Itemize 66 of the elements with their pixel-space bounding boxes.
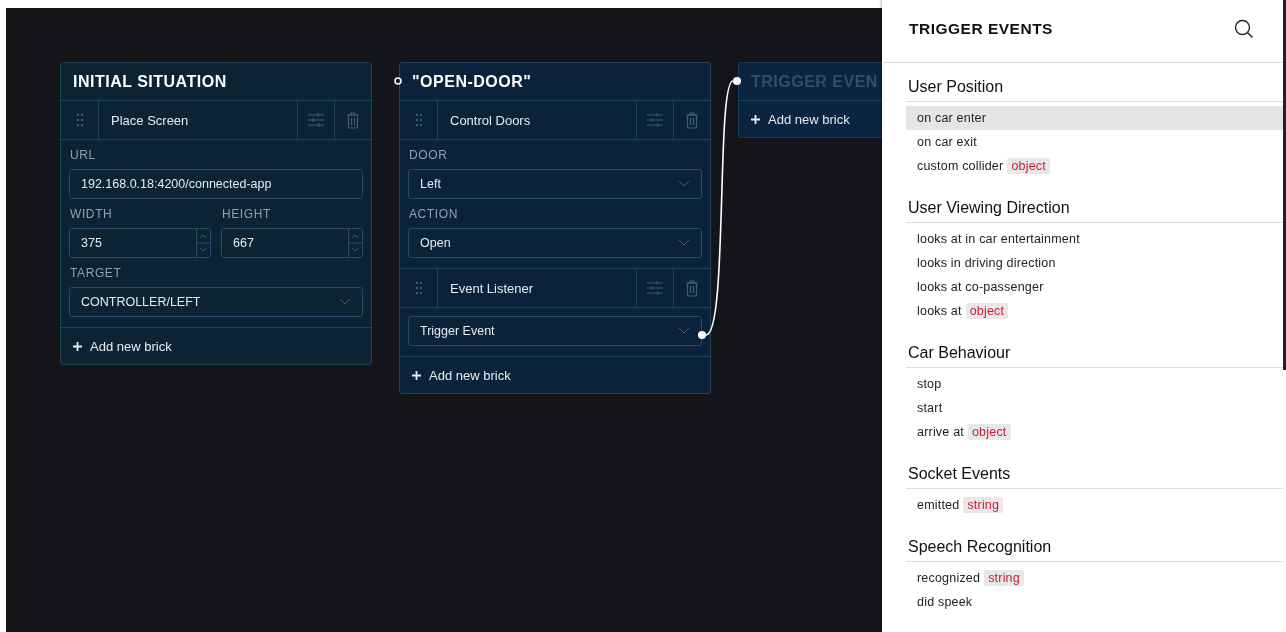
event-item[interactable]: stop: [906, 372, 1283, 396]
sliders-icon[interactable]: [646, 112, 664, 128]
param-tag: string: [963, 497, 1004, 513]
input-field[interactable]: 192.168.0.18:4200/connected-app: [69, 169, 363, 199]
event-item[interactable]: on car exit: [906, 130, 1283, 154]
event-item[interactable]: emitted string: [906, 493, 1283, 517]
event-item[interactable]: start: [906, 396, 1283, 420]
panel-title: TRIGGER EVENTS: [909, 20, 1053, 38]
port-dot[interactable]: [698, 331, 706, 339]
event-item[interactable]: did speek: [906, 590, 1283, 614]
chevron-icon: [339, 298, 351, 306]
select-field[interactable]: Open: [408, 228, 702, 258]
port-dot[interactable]: [394, 77, 402, 85]
field-label: ACTION: [408, 207, 459, 221]
section-heading: Speech Recognition: [908, 538, 1052, 555]
section-heading: User Viewing Direction: [908, 199, 1070, 216]
drag-handle-icon[interactable]: [414, 113, 423, 127]
node-title: "OPEN-DOOR": [412, 72, 532, 91]
brick-title: Place Screen: [110, 111, 190, 130]
plus-icon: [751, 114, 760, 124]
section-heading: Socket Events: [908, 465, 1011, 482]
drag-handle-icon[interactable]: [414, 281, 423, 295]
event-item[interactable]: recognized string: [906, 566, 1283, 590]
param-tag: string: [984, 570, 1024, 586]
trash-icon[interactable]: [346, 111, 360, 129]
node-title: INITIAL SITUATION: [73, 72, 227, 91]
param-tag: object: [967, 424, 1011, 440]
plus-icon: [412, 370, 421, 380]
search-icon[interactable]: [1234, 19, 1254, 39]
sliders-icon[interactable]: [307, 112, 325, 128]
chevron-icon: [678, 327, 690, 335]
event-item[interactable]: looks at co-passenger: [906, 275, 1283, 299]
event-item[interactable]: custom collider object: [906, 154, 1283, 178]
param-tag: object: [1007, 158, 1050, 174]
spinner-icon[interactable]: [196, 229, 210, 257]
brick-title: Control Doors: [449, 111, 532, 130]
event-item[interactable]: looks in driving direction: [906, 251, 1283, 275]
field-label: DOOR: [408, 148, 449, 162]
add-brick-button[interactable]: Add new brick: [61, 328, 371, 364]
event-item[interactable]: arrive at object: [906, 420, 1283, 444]
trash-icon[interactable]: [685, 279, 699, 297]
number-field[interactable]: 667: [221, 228, 363, 258]
chevron-icon: [678, 239, 690, 247]
param-tag: object: [965, 303, 1009, 319]
select-field[interactable]: Trigger Event: [408, 316, 702, 346]
number-field[interactable]: 375: [69, 228, 211, 258]
event-item[interactable]: on car enter: [906, 106, 1283, 130]
spinner-icon[interactable]: [348, 229, 362, 257]
field-label: HEIGHT: [221, 207, 272, 221]
select-field[interactable]: Left: [408, 169, 702, 199]
trash-icon[interactable]: [685, 111, 699, 129]
drag-handle-icon[interactable]: [75, 113, 84, 127]
field-label: WIDTH: [69, 207, 114, 221]
section-heading: User Position: [908, 78, 1004, 95]
brick-title: Event Listener: [449, 279, 535, 298]
chevron-icon: [678, 180, 690, 188]
section-heading: Car Behaviour: [908, 344, 1011, 361]
event-item[interactable]: looks at object: [906, 299, 1283, 323]
plus-icon: [73, 341, 82, 351]
add-brick-button[interactable]: Add new brick: [400, 357, 710, 393]
port-dot[interactable]: [733, 77, 741, 85]
event-item[interactable]: looks at in car entertainment: [906, 227, 1283, 251]
sliders-icon[interactable]: [646, 280, 664, 296]
field-label: URL: [69, 148, 97, 162]
field-label: TARGET: [69, 266, 123, 280]
select-field[interactable]: CONTROLLER/LEFT: [69, 287, 363, 317]
